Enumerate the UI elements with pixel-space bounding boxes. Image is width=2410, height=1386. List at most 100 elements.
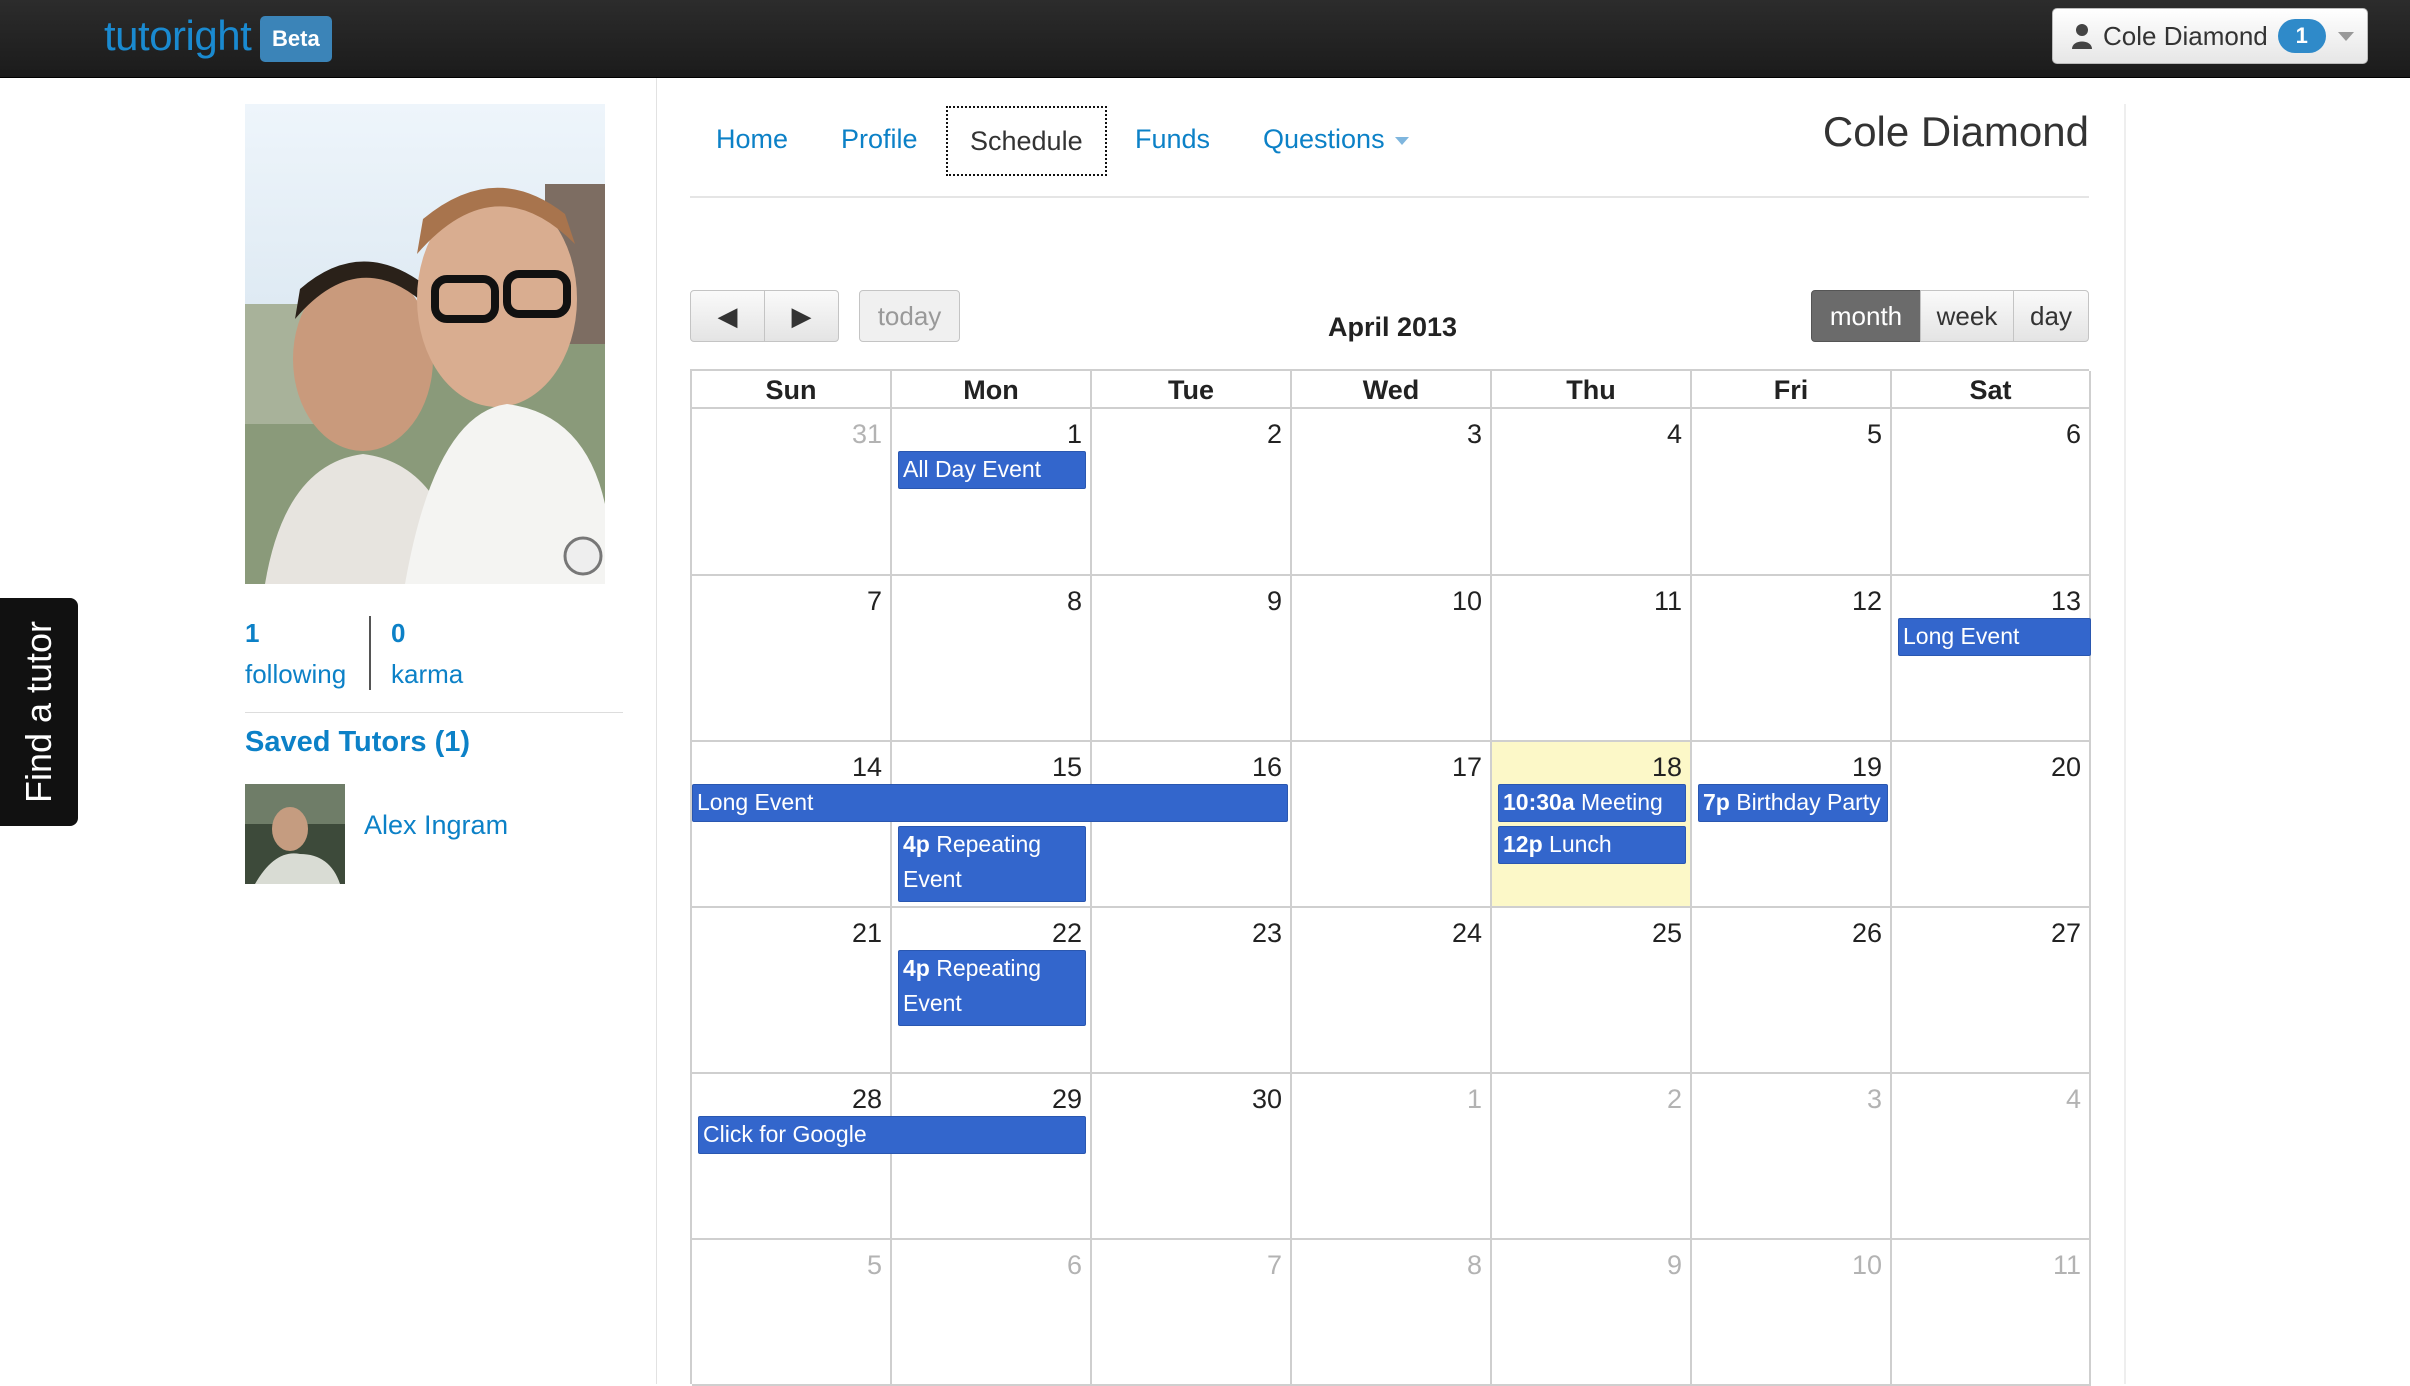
day-number: 18	[1651, 752, 1682, 782]
weekday-header: Fri	[1692, 371, 1892, 409]
content-divider	[656, 78, 657, 1384]
day-number: 4	[1666, 419, 1682, 449]
find-a-tutor-tab[interactable]: Find a tutor	[0, 598, 78, 826]
chevron-down-icon	[2337, 31, 2354, 41]
day-cell[interactable]: 30	[1092, 1074, 1292, 1240]
day-number: 7	[866, 586, 882, 616]
weekday-header: Mon	[892, 371, 1092, 409]
day-cell[interactable]: 17	[1292, 742, 1492, 908]
calendar-event[interactable]: 10:30a Meeting	[1498, 784, 1686, 822]
calendar-event[interactable]: 4p Repeating Event	[898, 826, 1086, 902]
event-time: 4p	[903, 831, 930, 857]
day-cell[interactable]: 7	[692, 576, 892, 742]
saved-tutor-link[interactable]: Alex Ingram	[364, 810, 508, 841]
day-cell[interactable]: 16	[1092, 742, 1292, 908]
day-cell[interactable]: 24	[1292, 908, 1492, 1074]
page-user-name: Cole Diamond	[1822, 108, 2089, 155]
top-navbar: tutoright Beta Cole Diamond 1	[0, 0, 2410, 78]
day-cell[interactable]: 21	[692, 908, 892, 1074]
day-cell[interactable]: 3	[1292, 409, 1492, 576]
karma-stat[interactable]: 0 karma	[391, 618, 463, 690]
day-number: 24	[1451, 918, 1482, 948]
day-cell[interactable]: 13	[1892, 576, 2091, 742]
day-cell[interactable]: 1	[1292, 1074, 1492, 1240]
weekday-header: Sun	[692, 371, 892, 409]
day-cell[interactable]: 1	[892, 409, 1092, 576]
day-cell[interactable]: 7	[1092, 1240, 1292, 1386]
day-number: 2	[1266, 419, 1282, 449]
content-divider-right	[2124, 104, 2126, 1384]
prev-month-button[interactable]: ◀	[690, 290, 765, 342]
day-number: 13	[2050, 586, 2081, 616]
day-cell[interactable]: 2	[1492, 1074, 1692, 1240]
user-menu-button[interactable]: Cole Diamond 1	[2052, 8, 2368, 64]
day-cell[interactable]: 23	[1092, 908, 1292, 1074]
calendar-event[interactable]: 4p Repeating Event	[898, 950, 1086, 1026]
saved-tutors-title[interactable]: Saved Tutors (1)	[245, 726, 470, 759]
day-cell[interactable]: 20	[1892, 742, 2091, 908]
day-cell[interactable]: 8	[1292, 1240, 1492, 1386]
tab-funds[interactable]: Funds	[1135, 124, 1210, 155]
day-cell[interactable]: 9	[1492, 1240, 1692, 1386]
day-number: 19	[1851, 752, 1882, 782]
tab-schedule[interactable]: Schedule	[946, 106, 1107, 176]
today-button[interactable]: today	[859, 290, 960, 342]
view-day-button[interactable]: day	[2013, 290, 2089, 342]
day-cell[interactable]: 5	[1692, 409, 1892, 576]
tab-questions-label: Questions	[1263, 124, 1385, 154]
brand-logo[interactable]: tutoright	[104, 12, 252, 60]
day-cell[interactable]: 9	[1092, 576, 1292, 742]
day-cell[interactable]: 26	[1692, 908, 1892, 1074]
day-cell[interactable]: 2	[1092, 409, 1292, 576]
day-cell[interactable]: 4	[1492, 409, 1692, 576]
tab-home[interactable]: Home	[716, 124, 788, 155]
day-number: 1	[1466, 1084, 1482, 1114]
day-number: 29	[1051, 1084, 1082, 1114]
day-cell[interactable]: 25	[1492, 908, 1692, 1074]
day-number: 6	[1066, 1250, 1082, 1280]
calendar-event[interactable]: All Day Event	[898, 451, 1086, 489]
event-title: Click for Google	[703, 1121, 867, 1147]
day-number: 10	[1451, 586, 1482, 616]
tab-profile[interactable]: Profile	[841, 124, 918, 155]
day-cell[interactable]: 10	[1292, 576, 1492, 742]
month-calendar-grid: Sun Mon Tue Wed Thu Fri Sat 31 1 2 3 4 5…	[690, 369, 2091, 1386]
calendar-event[interactable]: Long Event	[1898, 618, 2091, 656]
day-cell[interactable]: 11	[1892, 1240, 2091, 1386]
day-cell[interactable]: 5	[692, 1240, 892, 1386]
day-cell[interactable]: 12	[1692, 576, 1892, 742]
event-title: Long Event	[1903, 623, 2020, 649]
next-month-button[interactable]: ▶	[764, 290, 839, 342]
view-month-button[interactable]: month	[1811, 290, 1921, 342]
day-cell-today[interactable]: 18	[1492, 742, 1692, 908]
calendar-event[interactable]: Click for Google	[698, 1116, 1086, 1154]
day-cell[interactable]: 3	[1692, 1074, 1892, 1240]
find-a-tutor-label: Find a tutor	[18, 620, 59, 804]
event-title: All Day Event	[903, 456, 1042, 482]
day-cell[interactable]: 10	[1692, 1240, 1892, 1386]
tab-questions[interactable]: Questions	[1263, 124, 1409, 155]
day-number: 28	[851, 1084, 882, 1114]
day-number: 6	[2065, 419, 2081, 449]
day-cell[interactable]: 4	[1892, 1074, 2091, 1240]
calendar-event[interactable]: Long Event	[692, 784, 1288, 822]
day-cell[interactable]: 11	[1492, 576, 1692, 742]
day-cell[interactable]: 19	[1692, 742, 1892, 908]
day-number: 20	[2050, 752, 2081, 782]
day-cell[interactable]: 29	[892, 1074, 1092, 1240]
following-stat[interactable]: 1 following	[245, 618, 346, 690]
day-cell[interactable]: 14	[692, 742, 892, 908]
view-week-button[interactable]: week	[1920, 290, 2014, 342]
day-cell[interactable]: 31	[692, 409, 892, 576]
day-cell[interactable]: 6	[1892, 409, 2091, 576]
day-cell[interactable]: 28	[692, 1074, 892, 1240]
day-number: 4	[2065, 1084, 2081, 1114]
day-cell[interactable]: 27	[1892, 908, 2091, 1074]
day-cell[interactable]: 8	[892, 576, 1092, 742]
following-label: following	[245, 659, 347, 689]
calendar-event[interactable]: 12p Lunch	[1498, 826, 1686, 864]
calendar-event[interactable]: 7p Birthday Party	[1698, 784, 1888, 822]
day-number: 2	[1666, 1084, 1682, 1114]
tutor-avatar[interactable]	[245, 784, 345, 884]
day-cell[interactable]: 6	[892, 1240, 1092, 1386]
